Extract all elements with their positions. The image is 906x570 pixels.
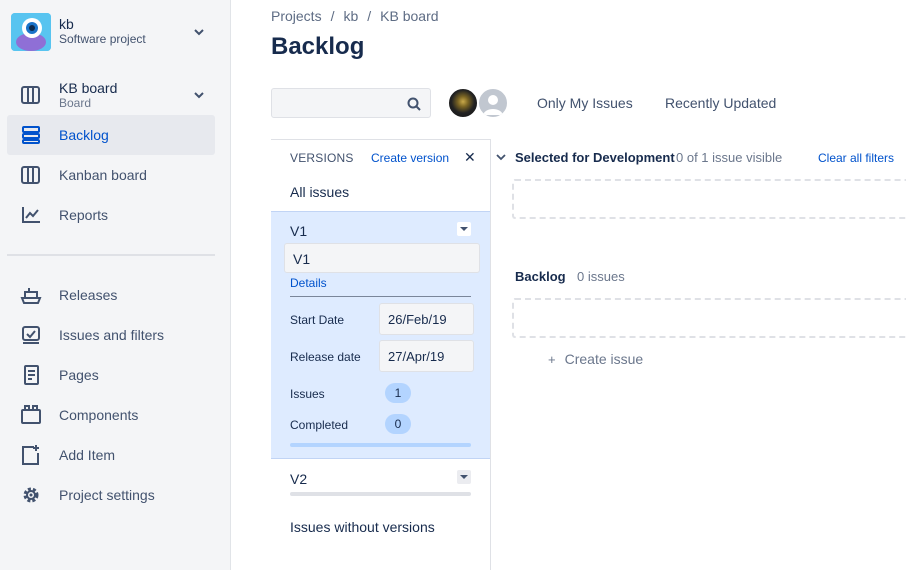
breadcrumb-separator: / — [330, 8, 335, 24]
completed-label: Completed — [290, 418, 349, 432]
sidebar-item-pages[interactable]: Pages — [7, 355, 215, 395]
gear-icon — [23, 487, 39, 503]
sidebar-item-label: Add Item — [59, 447, 116, 463]
board-icon — [21, 86, 40, 104]
sidebar-item-label: Kanban board — [59, 167, 147, 183]
sidebar-item-label: Releases — [59, 287, 118, 303]
selected-issue-count: 0 of 1 issue visible — [676, 150, 783, 165]
chevron-down-icon[interactable] — [496, 152, 506, 162]
sidebar-item-label: Pages — [59, 367, 99, 383]
breadcrumb: Projects / kb / KB board — [271, 8, 448, 24]
sidebar-item-label: Issues and filters — [59, 327, 165, 343]
version-progress-bar — [290, 443, 471, 447]
board-type: Board — [59, 96, 92, 110]
project-sidebar: kb Software project KB board Board Backl… — [0, 0, 231, 570]
sidebar-item-kanban-board[interactable]: Kanban board — [7, 155, 215, 195]
all-issues-item[interactable]: All issues — [290, 184, 349, 200]
breadcrumb-project[interactable]: kb — [343, 8, 358, 24]
sidebar-item-label: Components — [59, 407, 139, 423]
only-my-issues-filter[interactable]: Only My Issues — [537, 95, 633, 111]
selected-dropzone[interactable] — [512, 179, 906, 219]
chevron-down-icon[interactable] — [194, 27, 204, 37]
version-progress-bar — [290, 492, 471, 496]
chevron-down-icon[interactable] — [194, 90, 204, 100]
backlog-icon — [22, 126, 40, 144]
sidebar-item-backlog[interactable]: Backlog — [7, 115, 215, 155]
sidebar-item-components[interactable]: Components — [7, 395, 215, 435]
plus-icon: + — [548, 352, 556, 367]
sidebar-item-reports[interactable]: Reports — [7, 195, 215, 235]
user-avatar[interactable] — [447, 87, 479, 119]
project-name: kb — [59, 16, 74, 32]
project-avatar — [11, 13, 51, 51]
breadcrumb-board[interactable]: KB board — [380, 8, 438, 24]
versions-header: VERSIONS — [290, 151, 354, 165]
components-icon — [21, 405, 41, 424]
issues-without-versions-item[interactable]: Issues without versions — [290, 519, 435, 535]
sidebar-item-releases[interactable]: Releases — [7, 275, 215, 315]
page-title: Backlog — [271, 33, 365, 60]
version-v1-name: V1 — [290, 223, 308, 239]
breadcrumb-projects[interactable]: Projects — [271, 8, 322, 24]
sidebar-item-project-settings[interactable]: Project settings — [7, 475, 215, 515]
project-type: Software project — [59, 32, 146, 46]
sidebar-divider — [7, 254, 215, 256]
start-date-label: Start Date — [290, 313, 345, 327]
clear-all-filters-link[interactable]: Clear all filters — [818, 151, 894, 165]
search-icon — [407, 97, 421, 111]
create-issue-label: Create issue — [564, 351, 644, 367]
version-name-field[interactable]: V1 — [284, 243, 480, 273]
project-header[interactable]: kb Software project — [11, 13, 221, 53]
kanban-board-icon — [21, 166, 40, 184]
board-name: KB board — [59, 80, 118, 96]
backlog-section-title: Backlog — [515, 269, 566, 284]
version-details-link[interactable]: Details — [290, 276, 327, 290]
create-issue-button[interactable]: + Create issue — [548, 351, 643, 367]
reports-icon — [22, 207, 40, 223]
create-version-link[interactable]: Create version — [371, 151, 449, 165]
main-content: Projects / kb / KB board Backlog Only My Iss… — [231, 0, 906, 570]
issues-label: Issues — [290, 387, 325, 401]
version-v1-card[interactable]: V1 V1 Details Start Date 26/Feb/19 Relea… — [271, 211, 490, 459]
breadcrumb-separator: / — [367, 8, 372, 24]
release-date-field[interactable]: 27/Apr/19 — [379, 340, 474, 372]
unassigned-avatar[interactable] — [477, 87, 509, 119]
sidebar-item-add-item[interactable]: Add Item — [7, 435, 215, 475]
completed-count-badge[interactable]: 0 — [385, 414, 411, 434]
sidebar-item-label: Backlog — [59, 127, 109, 143]
close-icon[interactable]: ✕ — [464, 149, 476, 166]
release-date-label: Release date — [290, 350, 361, 364]
board-switcher[interactable]: KB board Board — [7, 75, 215, 115]
add-item-icon — [22, 445, 39, 465]
sidebar-item-label: Project settings — [59, 487, 155, 503]
backlog-dropzone[interactable] — [512, 298, 906, 338]
releases-icon — [20, 288, 42, 304]
sidebar-item-issues-filters[interactable]: Issues and filters — [7, 315, 215, 355]
issues-filters-icon — [22, 326, 40, 344]
versions-panel: VERSIONS Create version ✕ All issues V1 … — [271, 139, 491, 570]
start-date-field[interactable]: 26/Feb/19 — [379, 303, 474, 335]
pages-icon — [24, 365, 39, 385]
backlog-issue-count: 0 issues — [577, 269, 625, 284]
chevron-down-icon[interactable] — [457, 222, 471, 236]
selected-for-development-title: Selected for Development — [515, 150, 675, 165]
search-input[interactable] — [271, 88, 431, 118]
sidebar-item-label: Reports — [59, 207, 109, 223]
version-v2-name[interactable]: V2 — [290, 471, 307, 487]
version-divider — [290, 296, 471, 297]
chevron-down-icon[interactable] — [457, 470, 471, 484]
issues-count-badge[interactable]: 1 — [385, 383, 411, 403]
recently-updated-filter[interactable]: Recently Updated — [665, 95, 776, 111]
